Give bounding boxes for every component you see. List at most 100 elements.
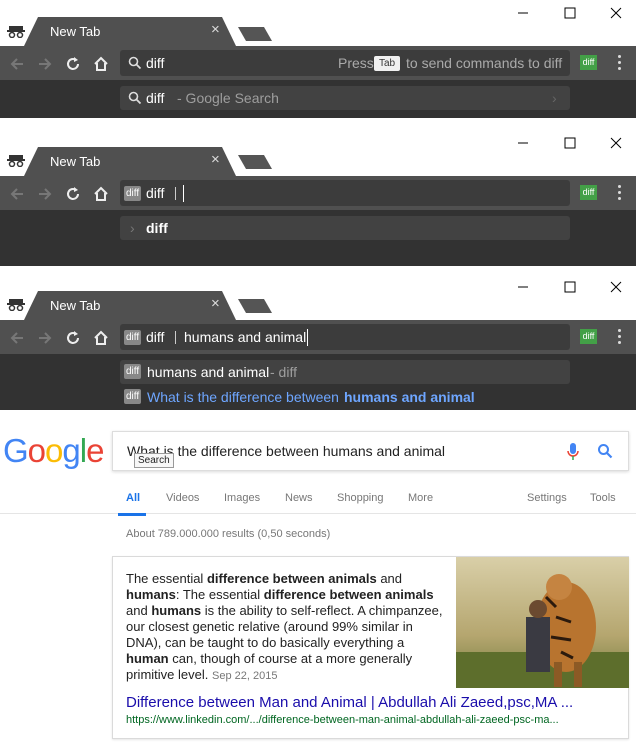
search-tabs: All Videos Images News Shopping More Set… — [0, 492, 636, 516]
toolbar: diff diff diff — [0, 176, 636, 210]
chevron-right-icon: › — [130, 220, 135, 236]
result-title-link[interactable]: Difference between Man and Animal | Abdu… — [126, 694, 573, 711]
tab-title: New Tab — [50, 154, 101, 169]
omnibox-query: humans and animal — [184, 329, 307, 345]
chevron-right-icon: › — [552, 90, 557, 106]
suggestion-text: diff — [146, 90, 165, 106]
minimize-button[interactable] — [516, 280, 530, 294]
forward-icon[interactable] — [36, 329, 54, 347]
menu-icon[interactable] — [618, 55, 622, 73]
title-bar: New Tab × — [0, 0, 636, 46]
keyword-chip: diff — [124, 186, 142, 201]
logo-letter: G — [3, 432, 29, 469]
minimize-button[interactable] — [516, 136, 530, 150]
suggestion-item[interactable]: › diff — [120, 216, 570, 240]
omnibox-hint-prefix: Press — [338, 55, 374, 71]
omnibox-keyword: diff — [146, 329, 165, 345]
reload-icon[interactable] — [64, 185, 82, 203]
minimize-button[interactable] — [516, 6, 530, 20]
snippet-date: Sep 22, 2015 — [211, 670, 278, 682]
omnibox-dropdown: diff - Google Search › — [0, 80, 636, 118]
forward-icon[interactable] — [36, 185, 54, 203]
home-icon[interactable] — [92, 55, 110, 73]
result-url[interactable]: https://www.linkedin.com/.../difference-… — [126, 714, 559, 726]
tab-shopping[interactable]: Shopping — [337, 492, 384, 504]
tab-videos[interactable]: Videos — [166, 492, 199, 504]
snippet-image[interactable] — [456, 557, 629, 688]
toolbar: diff diff humans and animal diff — [0, 320, 636, 354]
suggestion-item-2[interactable]: diff What is the difference between huma… — [120, 387, 570, 407]
home-icon[interactable] — [92, 329, 110, 347]
extension-diff-icon[interactable]: diff — [580, 329, 597, 344]
tab-new-tab[interactable]: New Tab × — [24, 147, 236, 176]
omnibox-dropdown: › diff — [0, 210, 636, 266]
tab-images[interactable]: Images — [224, 492, 260, 504]
microphone-icon[interactable] — [566, 442, 580, 462]
extension-diff-icon[interactable]: diff — [580, 55, 597, 70]
suggestion-text: humans and animal — [147, 364, 270, 380]
incognito-icon — [7, 299, 25, 311]
keyword-separator — [175, 187, 176, 200]
close-window-button[interactable] — [609, 6, 623, 20]
menu-icon[interactable] — [618, 329, 622, 347]
maximize-button[interactable] — [563, 6, 577, 20]
keyword-chip: diff — [124, 364, 142, 379]
logo-letter: g — [62, 432, 80, 469]
new-tab-button[interactable] — [238, 299, 272, 313]
maximize-button[interactable] — [563, 136, 577, 150]
tab-settings[interactable]: Settings — [527, 492, 567, 504]
incognito-icon — [7, 26, 25, 38]
logo-letter: o — [27, 432, 46, 469]
logo-letter: e — [86, 432, 104, 469]
suggestion-item[interactable]: diff - Google Search › — [120, 86, 570, 110]
maximize-button[interactable] — [563, 280, 577, 294]
suggestion-subtext: - diff — [270, 364, 297, 380]
browser-panel-3: New Tab × diff diff humans and animal di… — [0, 266, 636, 412]
back-icon[interactable] — [8, 185, 26, 203]
close-window-button[interactable] — [609, 136, 623, 150]
active-tab-indicator — [118, 513, 146, 516]
extension-diff-icon[interactable]: diff — [580, 185, 597, 200]
suggestion-2-bold: humans and animal — [344, 389, 475, 405]
omnibox[interactable]: diff diff humans and animal — [120, 324, 570, 350]
search-icon[interactable] — [597, 443, 613, 459]
reload-icon[interactable] — [64, 55, 82, 73]
tab-tools[interactable]: Tools — [590, 492, 616, 504]
search-input[interactable]: What is the difference between humans an… — [112, 431, 629, 471]
keyword-separator — [175, 331, 176, 344]
keyword-chip: diff — [124, 389, 142, 404]
forward-icon[interactable] — [36, 55, 54, 73]
text-cursor — [183, 185, 184, 202]
snippet-text: The essential difference between animals… — [126, 571, 443, 682]
home-icon[interactable] — [92, 185, 110, 203]
tab-all[interactable]: All — [126, 492, 140, 504]
keyword-chip: diff — [124, 330, 142, 345]
close-window-button[interactable] — [609, 280, 623, 294]
new-tab-button[interactable] — [238, 27, 272, 41]
incognito-icon — [7, 155, 25, 167]
google-logo[interactable]: Google — [3, 432, 104, 470]
tab-close-button[interactable]: × — [211, 151, 220, 168]
new-tab-button[interactable] — [238, 155, 272, 169]
title-bar: New Tab × — [0, 266, 636, 320]
search-icon — [128, 91, 142, 105]
tab-new-tab[interactable]: New Tab × — [24, 291, 236, 320]
back-icon[interactable] — [8, 55, 26, 73]
tab-news[interactable]: News — [285, 492, 313, 504]
browser-panel-2: New Tab × diff diff diff › diff — [0, 122, 636, 266]
tab-close-button[interactable]: × — [211, 21, 220, 38]
tab-more[interactable]: More — [408, 492, 433, 504]
omnibox[interactable]: diff Press Tab to send commands to diff — [120, 50, 570, 76]
reload-icon[interactable] — [64, 329, 82, 347]
results-count: About 789.000.000 results (0,50 seconds) — [126, 528, 331, 540]
back-icon[interactable] — [8, 329, 26, 347]
toolbar: diff Press Tab to send commands to diff … — [0, 46, 636, 80]
title-bar: New Tab × — [0, 122, 636, 176]
omnibox[interactable]: diff diff — [120, 180, 570, 206]
suggestion-item[interactable]: diff humans and animal - diff — [120, 360, 570, 384]
tab-new-tab[interactable]: New Tab × — [24, 17, 236, 46]
menu-icon[interactable] — [618, 185, 622, 203]
omnibox-dropdown: diff humans and animal - diff diff What … — [0, 354, 636, 410]
tab-title: New Tab — [50, 24, 101, 39]
tab-close-button[interactable]: × — [211, 295, 220, 312]
